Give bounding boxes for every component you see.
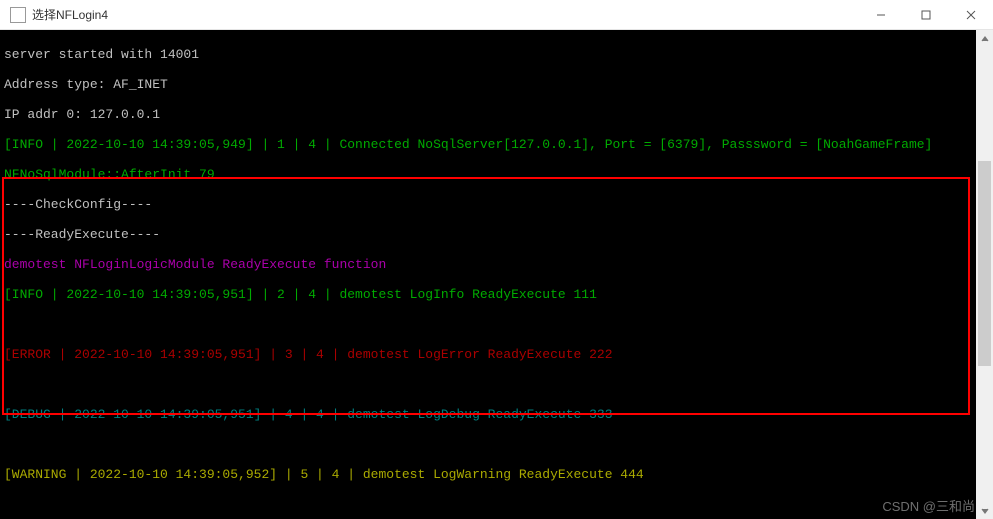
log-line-warning: [WARNING | 2022-10-10 14:39:05,952] | 5 … [4,467,989,482]
log-line-error: [ERROR | 2022-10-10 14:39:05,951] | 3 | … [4,347,989,362]
log-line-info: [INFO | 2022-10-10 14:39:05,949] | 1 | 4… [4,137,989,152]
log-blank [4,377,989,392]
window-controls [858,0,993,30]
log-line-info: [INFO | 2022-10-10 14:39:05,951] | 2 | 4… [4,287,989,302]
log-blank [4,317,989,332]
scroll-up-button[interactable] [976,30,993,47]
log-line: ----ReadyExecute---- [4,227,989,242]
log-line-debug: [DEBUG | 2022-10-10 14:39:05,951] | 4 | … [4,407,989,422]
console-window: 选择NFLogin4 server started with 14001 Add… [0,0,993,519]
log-blank [4,497,989,512]
chevron-up-icon [981,36,989,42]
vertical-scrollbar[interactable] [976,30,993,519]
app-icon [10,7,26,23]
log-line: demotest NFLoginLogicModule ReadyExecute… [4,257,989,272]
maximize-icon [921,10,931,20]
log-line: ----CheckConfig---- [4,197,989,212]
window-title: 选择NFLogin4 [32,6,858,23]
log-line: server started with 14001 [4,47,989,62]
scrollbar-thumb[interactable] [978,161,991,366]
minimize-button[interactable] [858,0,903,30]
titlebar[interactable]: 选择NFLogin4 [0,0,993,30]
scroll-down-button[interactable] [976,502,993,519]
log-line: IP addr 0: 127.0.0.1 [4,107,989,122]
log-line: Address type: AF_INET [4,77,989,92]
log-blank [4,437,989,452]
maximize-button[interactable] [903,0,948,30]
chevron-down-icon [981,508,989,514]
log-line-info: NFNoSqlModule::AfterInit 79 [4,167,989,182]
close-button[interactable] [948,0,993,30]
scrollbar-track[interactable] [976,47,993,502]
close-icon [966,10,976,20]
minimize-icon [876,10,886,20]
console-output[interactable]: server started with 14001 Address type: … [0,30,993,519]
